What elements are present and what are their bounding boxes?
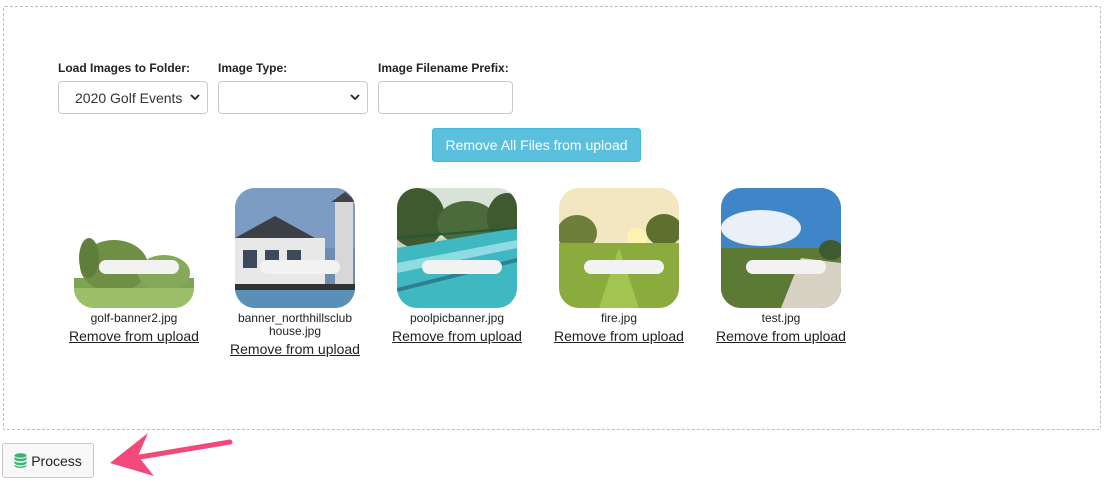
- chevron-down-icon: [190, 94, 200, 101]
- process-button[interactable]: Process: [2, 443, 94, 478]
- folder-label: Load Images to Folder:: [58, 61, 191, 75]
- arrow-icon: [110, 433, 233, 476]
- remove-all-button[interactable]: Remove All Files from upload: [432, 128, 641, 162]
- remove-file-link[interactable]: Remove from upload: [392, 328, 522, 344]
- file-name: banner_northhillsclub house.jpg: [237, 311, 353, 338]
- file-thumbnail: [721, 188, 841, 308]
- file-name: golf-banner2.jpg: [90, 311, 178, 325]
- remove-file-link[interactable]: Remove from upload: [69, 328, 199, 344]
- file-thumbnail: [235, 188, 355, 308]
- file-name: test.jpg: [761, 311, 801, 325]
- file-thumbnail: [397, 188, 517, 308]
- file-thumbnail: [74, 188, 194, 308]
- prefix-label: Image Filename Prefix:: [378, 61, 509, 75]
- file-name: poolpicbanner.jpg: [409, 311, 505, 325]
- remove-file-link[interactable]: Remove from upload: [716, 328, 846, 344]
- remove-file-link[interactable]: Remove from upload: [230, 341, 360, 357]
- file-item: test.jpg Remove from upload: [711, 188, 851, 346]
- file-thumbnail: [559, 188, 679, 308]
- image-type-select[interactable]: [218, 81, 368, 114]
- chevron-down-icon: [350, 94, 360, 101]
- folder-select-value: 2020 Golf Events: [75, 89, 183, 106]
- file-item: poolpicbanner.jpg Remove from upload: [387, 188, 527, 346]
- image-type-label: Image Type:: [218, 61, 288, 75]
- database-icon: [14, 453, 27, 468]
- file-item: fire.jpg Remove from upload: [549, 188, 689, 346]
- remove-file-link[interactable]: Remove from upload: [554, 328, 684, 344]
- prefix-input[interactable]: [378, 81, 513, 114]
- file-item: banner_northhillsclub house.jpg Remove f…: [225, 188, 365, 359]
- process-label: Process: [31, 452, 82, 469]
- folder-select[interactable]: 2020 Golf Events: [58, 81, 208, 114]
- file-name: fire.jpg: [600, 311, 638, 325]
- file-item: golf-banner2.jpg Remove from upload: [64, 188, 204, 346]
